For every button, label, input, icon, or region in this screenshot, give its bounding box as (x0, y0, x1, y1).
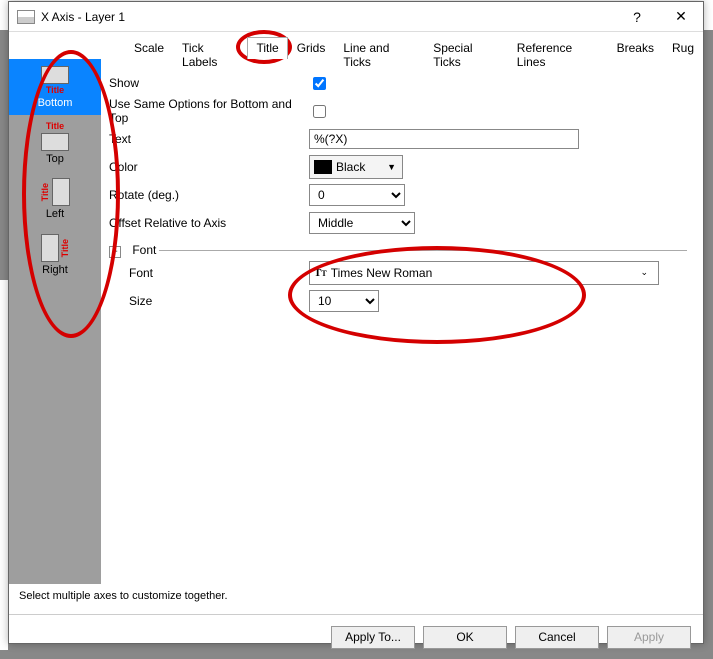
app-icon (17, 10, 35, 24)
side-label: Left (46, 208, 64, 220)
color-value: Black (336, 160, 365, 174)
title-marker: Title (41, 183, 50, 201)
offset-select[interactable]: Middle (309, 212, 415, 234)
title-panel: Show Use Same Options for Bottom and Top… (101, 59, 703, 584)
offset-label: Offset Relative to Axis (109, 216, 309, 230)
rotate-label: Rotate (deg.) (109, 188, 309, 202)
tab-title[interactable]: Title (247, 37, 287, 59)
window-title: X Axis - Layer 1 (41, 10, 615, 24)
side-label: Bottom (38, 97, 73, 109)
font-select[interactable]: TT Times New Roman ⌄ (309, 261, 659, 285)
font-group-label: Font (128, 243, 160, 257)
hint-text: Select multiple axes to customize togeth… (9, 584, 703, 608)
tab-scale[interactable]: Scale (125, 37, 173, 59)
tab-breaks[interactable]: Breaks (608, 37, 663, 59)
close-button[interactable]: ✕ (659, 2, 703, 31)
tab-rug[interactable]: Rug (663, 37, 703, 59)
side-label: Top (46, 153, 64, 165)
chevron-down-icon: ⌄ (640, 267, 648, 278)
side-left[interactable]: Title Left (9, 171, 101, 227)
title-marker: Title (61, 239, 70, 257)
side-label: Right (42, 264, 68, 276)
tab-strip: Scale Tick Labels Title Grids Line and T… (125, 36, 703, 59)
apply-to-button[interactable]: Apply To... (331, 626, 415, 649)
tab-grids[interactable]: Grids (288, 37, 335, 59)
ok-button[interactable]: OK (423, 626, 507, 649)
show-checkbox[interactable] (313, 77, 326, 90)
font-label: Font (129, 266, 309, 280)
same-options-label: Use Same Options for Bottom and Top (109, 97, 309, 125)
axis-icon (52, 178, 70, 206)
side-top[interactable]: Title Top (9, 115, 101, 171)
axis-side-list: Title Bottom Title Top Title Left Title (9, 59, 101, 584)
collapse-icon[interactable]: − (109, 246, 121, 258)
cancel-button[interactable]: Cancel (515, 626, 599, 649)
title-marker: Title (46, 86, 64, 95)
size-label: Size (129, 294, 309, 308)
title-marker: Title (46, 122, 64, 131)
text-input[interactable] (309, 129, 579, 149)
side-bottom[interactable]: Title Bottom (9, 59, 101, 115)
tab-line-and-ticks[interactable]: Line and Ticks (334, 37, 424, 59)
axis-icon (41, 234, 59, 262)
rotate-select[interactable]: 0 (309, 184, 405, 206)
tab-tick-labels[interactable]: Tick Labels (173, 37, 247, 59)
show-label: Show (109, 76, 309, 90)
tab-special-ticks[interactable]: Special Ticks (424, 37, 508, 59)
side-right[interactable]: Title Right (9, 227, 101, 283)
text-label: Text (109, 132, 309, 146)
size-select[interactable]: 10 (309, 290, 379, 312)
color-swatch (314, 160, 332, 174)
font-value: Times New Roman (331, 266, 433, 280)
tab-reference-lines[interactable]: Reference Lines (508, 37, 608, 59)
axis-icon (41, 66, 69, 84)
color-label: Color (109, 160, 309, 174)
dialog-footer: Apply To... OK Cancel Apply (9, 614, 703, 659)
color-picker[interactable]: Black ▼ (309, 155, 403, 179)
axis-icon (41, 133, 69, 151)
apply-button[interactable]: Apply (607, 626, 691, 649)
same-options-checkbox[interactable] (313, 105, 326, 118)
axis-dialog: X Axis - Layer 1 ? ✕ Scale Tick Labels T… (8, 1, 704, 644)
help-button[interactable]: ? (615, 2, 659, 31)
chevron-down-icon: ▼ (387, 162, 396, 172)
titlebar: X Axis - Layer 1 ? ✕ (9, 2, 703, 32)
font-type-icon: TT (314, 267, 327, 279)
